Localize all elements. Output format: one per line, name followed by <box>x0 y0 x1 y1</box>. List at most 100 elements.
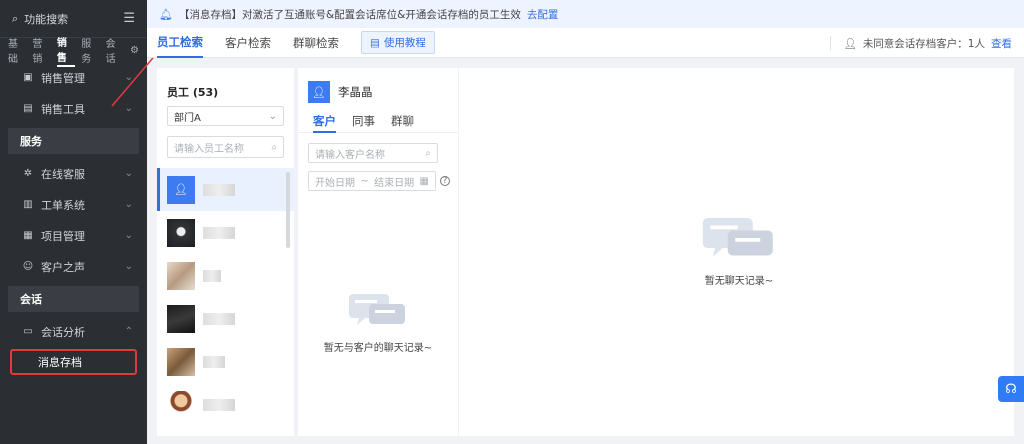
customer-empty-text: 暂无与客户的聊天记录~ <box>323 343 433 354</box>
department-select[interactable]: 部门A ⌄ <box>167 106 284 126</box>
avatar <box>167 304 195 333</box>
notice-text: 【消息存档】对激活了互通账号&配置会话席位&开通会话存档的员工生效 <box>178 8 521 21</box>
tutorial-button[interactable]: ▤ 使用教程 <box>361 31 435 54</box>
employee-title: 员工 (53) <box>167 86 219 99</box>
sidebar-tab-marketing[interactable]: 营销 <box>32 35 50 65</box>
list-item[interactable] <box>157 211 294 254</box>
chat-empty-state: 暂无聊天记录~ <box>689 213 789 287</box>
sidebar-item-ticket-system[interactable]: ▥ 工单系统 ⌄ <box>0 189 147 220</box>
search-icon: ⌕ <box>12 11 19 25</box>
consent-info: 👤︎ 未同意会话存档客户：1人 查看 <box>830 28 1012 58</box>
user-icon: 👤︎ <box>843 37 857 50</box>
avatar <box>167 390 195 419</box>
sidebar-group-service: 服务 <box>8 128 139 154</box>
list-item[interactable] <box>157 383 294 426</box>
consent-view-link[interactable]: 查看 <box>991 36 1012 51</box>
sidebar-search[interactable]: ⌕ 功能搜索 ☰ <box>0 0 147 38</box>
tab-employee-search[interactable]: 员工检索 <box>157 28 203 58</box>
sidebar-item-chat-analysis[interactable]: ▭ 会话分析 ⌃ <box>0 316 147 347</box>
selected-employee: 👤︎ 李晶晶 <box>298 68 458 103</box>
tab-customer-search[interactable]: 客户检索 <box>225 28 271 58</box>
list-item[interactable] <box>157 254 294 297</box>
document-icon: ▤ <box>370 36 380 49</box>
project-icon: ▦ <box>23 229 33 241</box>
customer-panel: 👤︎ 李晶晶 客户 同事 群聊 请输入客户名称 ⌕ 开始日期 ~ 结束日期 ▦ … <box>298 68 458 436</box>
search-tab-bar: 员工检索 客户检索 群聊检索 ▤ 使用教程 👤︎ 未同意会话存档客户：1人 查看 <box>147 28 1024 58</box>
bell-icon: 🔔︎ <box>159 7 173 21</box>
sales-management-icon: ▣ <box>23 71 33 83</box>
sidebar-item-project-management[interactable]: ▦ 项目管理 ⌄ <box>0 220 147 251</box>
avatar <box>167 218 195 247</box>
search-icon: ⌕ <box>271 141 277 153</box>
avatar: 👤︎ <box>167 175 195 204</box>
avatar <box>167 347 195 376</box>
chat-empty-text: 暂无聊天记录~ <box>704 276 774 287</box>
employee-panel: 员工 (53) 部门A ⌄ 请输入员工名称 ⌕ 👤︎ <box>157 68 294 436</box>
customer-tabs: 客户 同事 群聊 <box>298 103 458 133</box>
avatar <box>167 261 195 290</box>
help-icon[interactable]: ? <box>440 176 450 186</box>
date-range-picker[interactable]: 开始日期 ~ 结束日期 ▦ <box>308 171 436 191</box>
customer-empty-state: 暂无与客户的聊天记录~ <box>298 290 458 354</box>
sidebar-subitem-message-archive[interactable]: 消息存档 <box>10 349 137 375</box>
sidebar-item-label: 销售工具 <box>41 102 85 116</box>
chat-panel: 暂无聊天记录~ <box>459 68 1014 436</box>
blurred-name <box>203 226 235 239</box>
sidebar-tab-sales[interactable]: 销售 <box>56 34 76 67</box>
sidebar-search-label: 功能搜索 <box>24 12 69 26</box>
sidebar-tab-basic[interactable]: 基础 <box>8 35 26 65</box>
list-item[interactable]: 👤︎ <box>157 168 294 211</box>
sidebar-item-label: 项目管理 <box>41 229 85 243</box>
tab-groups[interactable]: 群聊 <box>391 113 414 132</box>
chat-analysis-icon: ▭ <box>23 325 33 337</box>
notice-bar: 🔔︎ 【消息存档】对激活了互通账号&配置会话席位&开通会话存档的员工生效 去配置 <box>147 0 1024 28</box>
selected-employee-name: 李晶晶 <box>338 85 373 99</box>
chevron-down-icon: ⌄ <box>268 110 277 122</box>
blurred-name <box>203 398 235 411</box>
date-range: 开始日期 ~ 结束日期 ▦ ? <box>308 171 458 191</box>
tab-customers[interactable]: 客户 <box>313 113 336 133</box>
empty-chat-icon <box>349 294 405 325</box>
sidebar-tab-service[interactable]: 服务 <box>81 35 99 65</box>
headset-icon: ☊ <box>1005 381 1017 397</box>
end-date: 结束日期 <box>374 177 415 189</box>
online-service-icon: ✲ <box>23 167 33 179</box>
chevron-up-icon: ⌃ <box>124 326 133 337</box>
consent-text: 未同意会话存档客户：1人 <box>862 37 985 50</box>
sidebar-item-customer-voice[interactable]: ☺ 客户之声 ⌄ <box>0 251 147 282</box>
blurred-name <box>203 355 225 368</box>
employee-search-input[interactable]: 请输入员工名称 ⌕ <box>167 136 284 158</box>
scrollbar[interactable] <box>286 172 290 248</box>
sidebar-item-label: 会话分析 <box>41 325 85 339</box>
blurred-name <box>203 183 235 196</box>
tutorial-label: 使用教程 <box>383 37 426 49</box>
chevron-down-icon: ⌄ <box>124 168 133 179</box>
list-item[interactable] <box>157 340 294 383</box>
tab-colleagues[interactable]: 同事 <box>352 113 375 132</box>
customer-search-input[interactable]: 请输入客户名称 ⌕ <box>308 143 438 163</box>
sales-tools-icon: ▤ <box>23 102 33 114</box>
customer-search-placeholder: 请输入客户名称 <box>315 149 385 161</box>
menu-icon[interactable]: ☰ <box>123 11 135 26</box>
tab-group-search[interactable]: 群聊检索 <box>293 28 339 58</box>
chevron-down-icon: ⌄ <box>124 230 133 241</box>
blurred-name <box>203 269 221 282</box>
chevron-down-icon: ⌄ <box>124 199 133 210</box>
calendar-icon: ▦ <box>419 175 429 187</box>
sidebar-item-label: 工单系统 <box>41 198 85 212</box>
search-icon: ⌕ <box>425 147 431 159</box>
employee-list: 👤︎ <box>157 168 294 426</box>
department-value: 部门A <box>174 112 201 124</box>
blurred-name <box>203 312 235 325</box>
notice-config-link[interactable]: 去配置 <box>527 7 559 22</box>
list-item[interactable] <box>157 297 294 340</box>
sidebar-item-label: 销售管理 <box>41 71 85 85</box>
employee-search-placeholder: 请输入员工名称 <box>174 143 244 155</box>
empty-chat-icon <box>702 218 773 257</box>
sidebar-item-online-service[interactable]: ✲ 在线客服 ⌄ <box>0 158 147 189</box>
avatar: 👤︎ <box>308 81 330 103</box>
ticket-icon: ▥ <box>23 198 33 210</box>
customer-support-button[interactable]: ☊ <box>998 376 1024 402</box>
customer-voice-icon: ☺ <box>22 260 34 272</box>
sidebar-item-label: 客户之声 <box>41 260 85 274</box>
